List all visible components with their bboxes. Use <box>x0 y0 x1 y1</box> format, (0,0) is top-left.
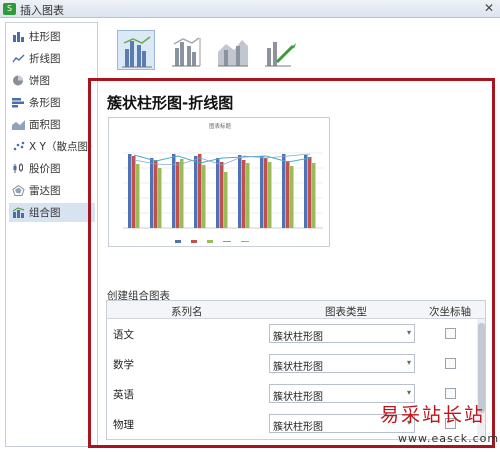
select-value: 簇状柱形图 <box>273 422 323 433</box>
clustered-column-line-icon[interactable] <box>117 30 155 70</box>
combo-chart-icon <box>12 207 25 218</box>
sidebar-item-line[interactable]: 折线图 <box>9 49 95 68</box>
select-value: 簇状柱形图 <box>273 332 323 343</box>
chart-preview: 图表标题 <box>108 117 330 247</box>
table-row: 语文 簇状柱形图 ▾ <box>107 319 477 349</box>
chart-type-select[interactable]: 簇状柱形图 ▾ <box>269 324 415 343</box>
table-row: 数学 簇状柱形图 ▾ <box>107 349 477 379</box>
sidebar-item-label: 组合图 <box>29 207 61 219</box>
scatter-chart-icon <box>12 141 25 152</box>
preview-legend <box>175 240 249 243</box>
chart-type-sidebar: 柱形图 折线图 饼图 条形图 面积图 X Y（散点图） 股价图 雷达图 组合图 <box>5 22 98 447</box>
chevron-down-icon: ▾ <box>406 388 411 397</box>
secondary-axis-checkbox[interactable] <box>445 328 456 339</box>
title-bar: S 插入图表 ✕ <box>0 0 500 18</box>
custom-combo-icon[interactable] <box>261 30 299 70</box>
line-chart-icon <box>12 53 25 64</box>
preview-chart-title: 图表标题 <box>209 122 232 130</box>
sidebar-item-bar[interactable]: 条形图 <box>9 93 95 112</box>
sidebar-item-label: 柱形图 <box>29 31 61 43</box>
header-series-name: 系列名 <box>171 306 203 318</box>
pie-chart-icon <box>12 75 25 86</box>
secondary-axis-checkbox[interactable] <box>445 358 456 369</box>
sidebar-item-label: 条形图 <box>29 97 61 109</box>
sidebar-item-scatter[interactable]: X Y（散点图） <box>9 137 98 156</box>
chevron-down-icon: ▾ <box>406 328 411 337</box>
area-chart-icon <box>12 119 25 130</box>
sidebar-item-stock[interactable]: 股价图 <box>9 159 95 178</box>
close-icon[interactable]: ✕ <box>484 1 494 15</box>
stacked-area-column-icon[interactable] <box>214 30 252 70</box>
secondary-axis-checkbox[interactable] <box>445 388 456 399</box>
sidebar-item-radar[interactable]: 雷达图 <box>9 181 95 200</box>
series-name: 语文 <box>113 329 134 341</box>
series-name: 英语 <box>113 389 134 401</box>
clustered-column-line-secondary-icon[interactable] <box>167 30 205 70</box>
app-icon: S <box>3 3 16 15</box>
sidebar-item-label: 雷达图 <box>29 185 61 197</box>
bar-chart-icon <box>12 97 25 108</box>
series-name: 物理 <box>113 419 134 431</box>
watermark-text: 易采站长站 <box>380 404 486 426</box>
header-secondary-axis: 次坐标轴 <box>429 306 471 318</box>
stock-chart-icon <box>12 163 25 174</box>
header-chart-type: 图表类型 <box>325 306 367 318</box>
sidebar-item-label: 股价图 <box>29 163 61 175</box>
combo-type-strip <box>103 22 495 80</box>
table-header: 系列名 图表类型 次坐标轴 <box>107 301 485 319</box>
sidebar-item-column[interactable]: 柱形图 <box>9 27 95 46</box>
column-chart-icon <box>12 31 25 42</box>
preview-chart-svg: 图表标题 <box>123 122 323 243</box>
page-title: 簇状柱形图-折线图 <box>107 94 234 112</box>
watermark-url: www.easck.com <box>398 432 500 445</box>
sidebar-item-label: 折线图 <box>29 53 61 65</box>
sidebar-item-label: 面积图 <box>29 119 61 131</box>
select-value: 簇状柱形图 <box>273 362 323 373</box>
select-value: 簇状柱形图 <box>273 392 323 403</box>
sidebar-item-label: 饼图 <box>29 75 50 87</box>
window-title: 插入图表 <box>20 4 64 17</box>
radar-chart-icon <box>12 184 25 196</box>
chevron-down-icon: ▾ <box>406 358 411 367</box>
sidebar-item-area[interactable]: 面积图 <box>9 115 95 134</box>
sidebar-item-pie[interactable]: 饼图 <box>9 71 95 90</box>
series-name: 数学 <box>113 359 134 371</box>
sidebar-item-combo[interactable]: 组合图 <box>9 203 95 222</box>
chart-type-select[interactable]: 簇状柱形图 ▾ <box>269 354 415 373</box>
